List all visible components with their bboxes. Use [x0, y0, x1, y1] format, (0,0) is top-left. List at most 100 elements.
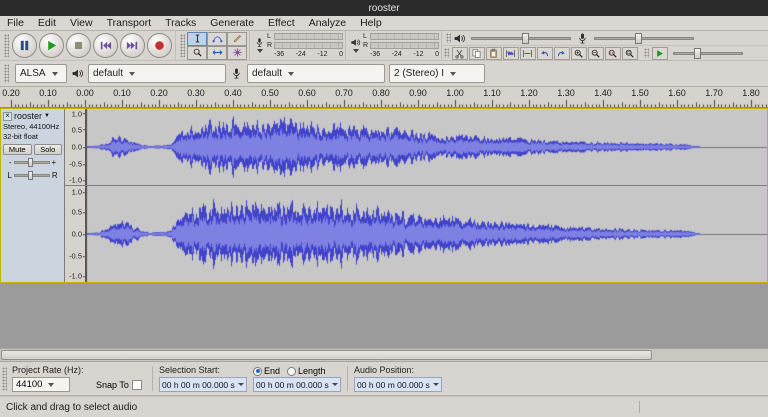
- end-radio[interactable]: [253, 367, 262, 376]
- recording-meter[interactable]: LR-36-24-120: [250, 31, 346, 60]
- zoom-in-button[interactable]: [571, 47, 587, 60]
- toolbar-grip[interactable]: [444, 48, 449, 59]
- skip-end-button[interactable]: [120, 33, 145, 58]
- snap-to-label: Snap To: [96, 380, 129, 390]
- horizontal-scrollbar[interactable]: [0, 348, 768, 362]
- end-radio-label: End: [264, 366, 280, 376]
- toolbar-grip[interactable]: [4, 64, 9, 84]
- track-bitdepth-info: 32-bit float: [1, 132, 64, 142]
- redo-button[interactable]: [554, 47, 570, 60]
- timeline-ruler[interactable]: 0.200.100.000.100.200.300.400.500.600.70…: [0, 87, 768, 108]
- output-volume-slider[interactable]: [471, 33, 571, 44]
- toolbar-grip[interactable]: [4, 34, 9, 57]
- record-button[interactable]: [147, 33, 172, 58]
- selection-start-field[interactable]: 00 h 00 m 00.000 s: [159, 377, 247, 392]
- menu-effect[interactable]: Effect: [261, 16, 302, 30]
- menu-tracks[interactable]: Tracks: [158, 16, 203, 30]
- ruler-label: 1.50: [631, 88, 649, 98]
- menu-transport[interactable]: Transport: [100, 16, 159, 30]
- project-rate-combo[interactable]: 44100: [12, 377, 70, 392]
- multi-button[interactable]: [227, 46, 247, 60]
- track-close-button[interactable]: ×: [3, 112, 12, 121]
- menu-help[interactable]: Help: [353, 16, 389, 30]
- zoom-button[interactable]: [187, 46, 207, 60]
- toolbar-grip[interactable]: [180, 34, 185, 57]
- vruler-label: -1.0: [69, 272, 82, 280]
- length-radio[interactable]: [287, 367, 296, 376]
- track-area[interactable]: × rooster ▼ Stereo, 44100Hz 32-bit float…: [0, 108, 768, 348]
- meter-scale-label: -24: [392, 51, 402, 58]
- draw-button[interactable]: [227, 32, 247, 46]
- envelope-button[interactable]: [207, 32, 227, 46]
- recording-channels-value: 2 (Stereo) I: [394, 68, 444, 79]
- audio-position-field[interactable]: 00 h 00 m 00.000 s: [354, 377, 442, 392]
- pan-slider[interactable]: [14, 171, 50, 180]
- zoom-out-icon: [590, 48, 601, 59]
- vruler-label: 0.5: [72, 208, 82, 216]
- audio-host-combo[interactable]: ALSA: [15, 64, 67, 83]
- speaker-icon: [71, 67, 84, 80]
- recording-channels-combo[interactable]: 2 (Stereo) I: [389, 64, 485, 83]
- device-toolbar: ALSA default default 2 (Stereo) I: [0, 61, 768, 87]
- paste-button[interactable]: [486, 47, 502, 60]
- recording-device-combo[interactable]: default: [247, 64, 385, 83]
- toolbar-grip[interactable]: [2, 367, 7, 391]
- timeshift-button[interactable]: [207, 46, 227, 60]
- length-radio-label: Length: [298, 366, 326, 376]
- ruler-label: 0.20: [2, 88, 20, 98]
- vruler-label: 1.0: [72, 188, 82, 196]
- trim-icon: [505, 48, 516, 59]
- play-speed-slider[interactable]: [673, 48, 743, 59]
- selection-button[interactable]: [187, 32, 207, 46]
- selection-end-field[interactable]: 00 h 00 m 00.000 s: [253, 377, 341, 392]
- selection-start-value: 00 h 00 m 00.000 s: [162, 380, 235, 390]
- mute-button[interactable]: Mute: [3, 144, 32, 155]
- pause-button[interactable]: [12, 33, 37, 58]
- copy-button[interactable]: [469, 47, 485, 60]
- snap-to-checkbox[interactable]: [132, 380, 142, 390]
- speaker-icon: [350, 37, 361, 48]
- vertical-ruler[interactable]: 1.00.50.0-0.5-1.0: [65, 109, 86, 185]
- meter-dropdown-arrow-icon[interactable]: [353, 49, 359, 53]
- meter-dropdown-arrow-icon[interactable]: [257, 49, 263, 53]
- menu-file[interactable]: File: [0, 16, 31, 30]
- menu-analyze[interactable]: Analyze: [302, 16, 353, 30]
- silence-button[interactable]: [520, 47, 536, 60]
- zoom-out-button[interactable]: [588, 47, 604, 60]
- skip-start-button[interactable]: [93, 33, 118, 58]
- edit-and-speed-row: [442, 46, 768, 60]
- undo-button[interactable]: [537, 47, 553, 60]
- waveform-channel-left[interactable]: [86, 109, 767, 185]
- toolbar-grip[interactable]: [446, 33, 451, 44]
- cut-button[interactable]: [452, 47, 468, 60]
- playback-device-combo[interactable]: default: [88, 64, 226, 83]
- track-menu-arrow-icon[interactable]: ▼: [44, 113, 50, 119]
- pause-icon: [17, 38, 32, 53]
- input-volume-slider[interactable]: [594, 33, 694, 44]
- fit-selection-button[interactable]: [605, 47, 621, 60]
- menu-edit[interactable]: Edit: [31, 16, 63, 30]
- play-button[interactable]: [39, 33, 64, 58]
- fit-project-button[interactable]: [622, 47, 638, 60]
- stop-button[interactable]: [66, 33, 91, 58]
- solo-button[interactable]: Solo: [34, 144, 63, 155]
- audio-position-value: 00 h 00 m 00.000 s: [357, 380, 430, 390]
- chevron-down-icon: [48, 383, 54, 387]
- titlebar[interactable]: rooster: [0, 0, 768, 16]
- scrollbar-thumb[interactable]: [1, 350, 652, 360]
- toolbar-grip[interactable]: [644, 48, 649, 59]
- mic-icon: [230, 67, 243, 80]
- vruler-label: 0.0: [72, 230, 82, 238]
- menu-view[interactable]: View: [63, 16, 100, 30]
- playback-meter[interactable]: LR-36-24-120: [346, 31, 442, 60]
- waveform-channel-right[interactable]: [86, 186, 767, 282]
- meter-channel-label: R: [267, 42, 274, 49]
- play-at-speed-button[interactable]: [652, 47, 668, 60]
- toolbar-separator: [152, 366, 153, 391]
- skip-end-icon: [125, 38, 140, 53]
- gain-slider[interactable]: [14, 158, 50, 167]
- trim-button[interactable]: [503, 47, 519, 60]
- vruler-label: -1.0: [69, 177, 82, 185]
- menu-generate[interactable]: Generate: [203, 16, 261, 30]
- vertical-ruler[interactable]: 1.00.50.0-0.5-1.0: [65, 186, 86, 282]
